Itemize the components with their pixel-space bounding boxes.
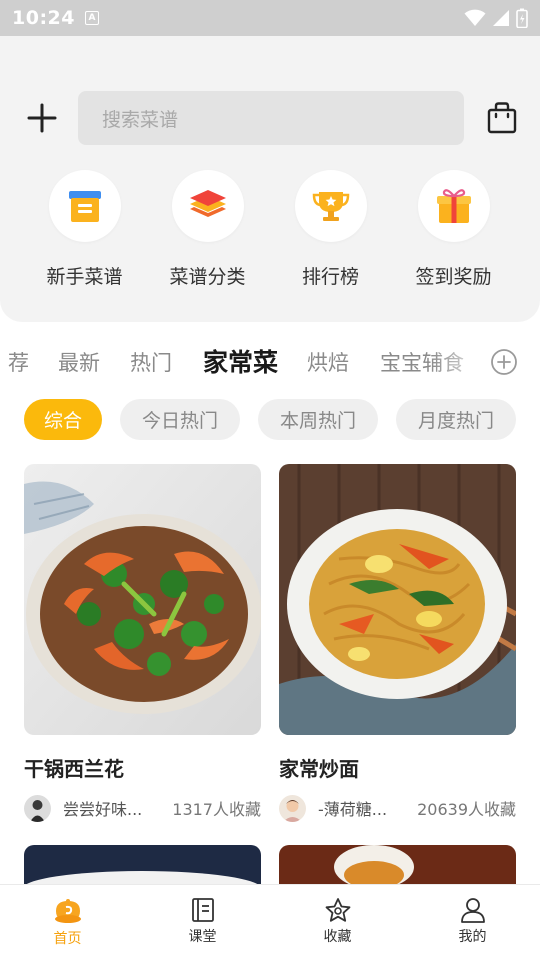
wifi-icon — [464, 9, 486, 26]
favorite-count: 1317人收藏 — [172, 800, 261, 819]
category-circle — [417, 170, 490, 242]
search-input[interactable]: 搜索菜谱 — [78, 91, 464, 145]
trophy-icon — [312, 192, 349, 221]
filter-week-hot[interactable]: 本周热门 — [258, 399, 378, 440]
author-name[interactable]: 尝尝好味... — [63, 796, 159, 820]
recipe-meta: -薄荷糖... 20639人收藏 — [279, 794, 516, 822]
category-label: 排行榜 — [301, 266, 359, 288]
status-bar: 10:24 A — [0, 0, 540, 36]
category-circle — [171, 170, 244, 242]
nav-label: 收藏 — [323, 929, 352, 945]
recipe-card[interactable]: 家常炒面 -薄荷糖... 20639人收藏 — [279, 464, 516, 822]
avatar[interactable] — [279, 794, 306, 822]
recipe-card-peek[interactable] — [24, 845, 261, 885]
nav-label: 课堂 — [188, 929, 217, 945]
bottom-navigation: 首页 课堂 收藏 我的 — [0, 884, 540, 960]
category-tabs: 荐 最新 热门 家常菜 烘焙 宝宝辅食 — [0, 338, 540, 384]
tab-fade-overlay — [430, 338, 494, 384]
tab-hot[interactable]: 热门 — [130, 347, 172, 377]
recipe-title: 家常炒面 — [279, 757, 359, 781]
recipe-photo-fried-noodles — [279, 464, 516, 735]
tab-latest[interactable]: 最新 — [58, 347, 100, 377]
nav-label: 首页 — [53, 931, 82, 947]
recipe-photo-broccoli-shrimp — [24, 464, 261, 735]
nav-classroom[interactable]: 课堂 — [135, 885, 270, 960]
status-time: 10:24 — [12, 7, 75, 29]
signal-icon — [493, 10, 509, 26]
book-icon — [191, 898, 214, 922]
box-icon — [68, 191, 101, 222]
recipe-card[interactable]: 干锅西兰花 尝尝好味... 1317人收藏 — [24, 464, 261, 822]
user-icon — [460, 898, 485, 923]
filter-comprehensive[interactable]: 综合 — [24, 399, 102, 440]
nav-label: 我的 — [458, 929, 487, 945]
category-checkin-rewards[interactable]: 签到奖励 — [392, 170, 515, 289]
tab-baking[interactable]: 烘焙 — [307, 347, 349, 377]
favorite-count: 20639人收藏 — [417, 800, 516, 819]
category-label: 菜谱分类 — [169, 266, 246, 288]
battery-icon — [516, 8, 528, 28]
recipe-title: 干锅西兰花 — [24, 757, 124, 781]
category-recipe-classes[interactable]: 菜谱分类 — [146, 170, 269, 289]
category-rankings[interactable]: 排行榜 — [269, 170, 392, 289]
filter-today-hot[interactable]: 今日热门 — [120, 399, 240, 440]
layers-icon — [189, 190, 226, 217]
category-shortcuts: 新手菜谱 菜谱分类 排行榜 签到奖励 — [0, 170, 540, 289]
recipe-image[interactable] — [24, 464, 261, 735]
filter-chips: 综合 今日热门 本周热门 月度热门 — [0, 399, 540, 440]
search-placeholder: 搜索菜谱 — [102, 108, 179, 131]
recipe-card-peek[interactable] — [279, 845, 516, 885]
tab-recommend[interactable]: 荐 — [8, 347, 29, 377]
nav-home[interactable]: 首页 — [0, 885, 135, 960]
category-circle — [294, 170, 367, 242]
filter-month-hot[interactable]: 月度热门 — [396, 399, 516, 440]
avatar[interactable] — [24, 794, 51, 822]
tab-home-cooking[interactable]: 家常菜 — [203, 343, 278, 379]
category-new-recipes[interactable]: 新手菜谱 — [23, 170, 146, 289]
category-label: 签到奖励 — [415, 266, 492, 288]
header-panel: 搜索菜谱 新手菜谱 菜谱分类 排行榜 签到奖励 — [0, 36, 540, 322]
category-circle — [48, 170, 121, 242]
author-name[interactable]: -薄荷糖... — [318, 796, 414, 820]
add-icon[interactable] — [24, 100, 60, 136]
status-icons — [464, 8, 528, 28]
add-tab-icon[interactable] — [490, 348, 518, 376]
category-label: 新手菜谱 — [46, 266, 123, 288]
shopping-bag-icon[interactable] — [484, 100, 520, 136]
star-icon — [325, 898, 350, 922]
nav-profile[interactable]: 我的 — [405, 885, 540, 960]
nav-favorites[interactable]: 收藏 — [270, 885, 405, 960]
recipe-image[interactable] — [279, 464, 516, 735]
recipe-meta: 尝尝好味... 1317人收藏 — [24, 794, 261, 822]
home-icon — [54, 899, 81, 923]
gift-icon — [436, 189, 471, 223]
accessibility-icon: A — [84, 11, 99, 25]
